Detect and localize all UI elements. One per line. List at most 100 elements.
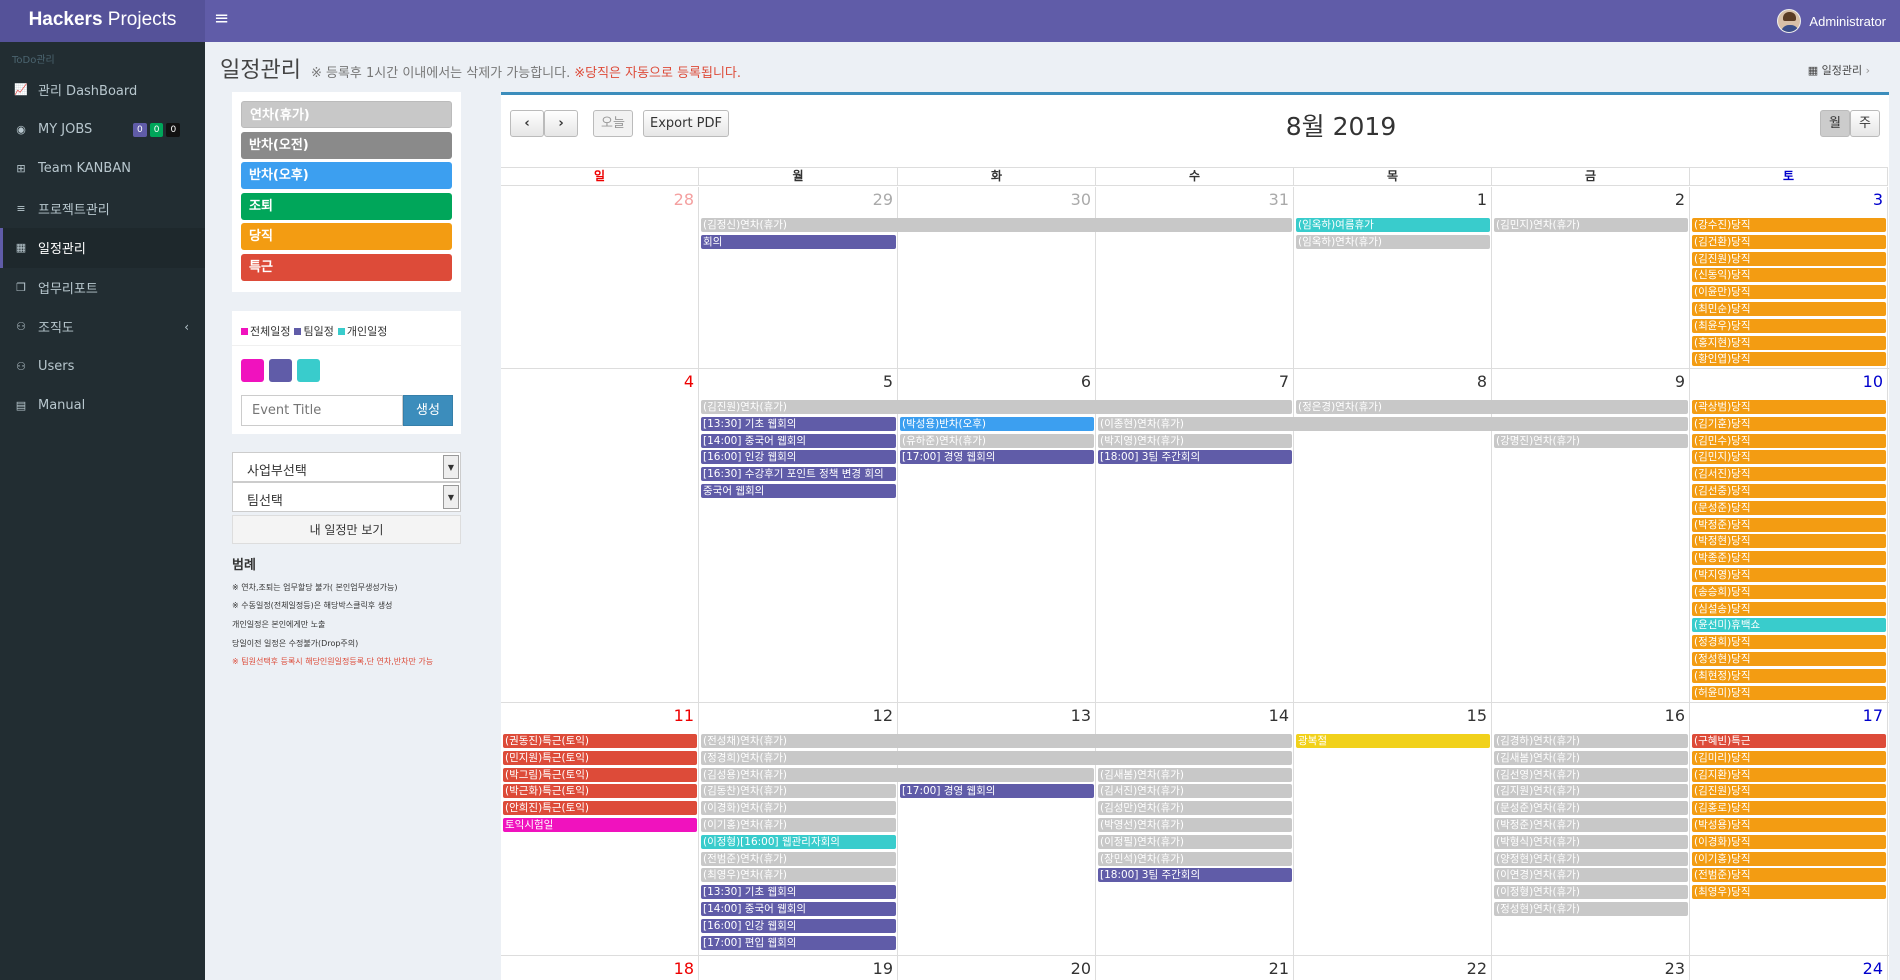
create-event-button[interactable]: 생성 (403, 395, 453, 426)
calendar-day-cell[interactable]: 22 (1294, 956, 1492, 980)
week-view-button[interactable]: 주 (1850, 110, 1880, 137)
event-type-button[interactable]: 연차(휴가) (241, 101, 452, 128)
calendar-event[interactable]: (김성용)연차(휴가) (701, 767, 1094, 782)
event-type-button[interactable]: 반차(오후) (241, 162, 452, 189)
calendar-event[interactable]: (박정준)연차(휴가) (1494, 818, 1688, 832)
calendar-event[interactable]: (곽상범)당직 (1692, 400, 1886, 414)
calendar-event[interactable]: (양정현)연차(휴가) (1494, 851, 1688, 866)
calendar-event[interactable]: (이정형)[16:00] 웹관리자회의 (701, 834, 896, 849)
calendar-event[interactable]: (장민석)연차(휴가) (1098, 851, 1292, 866)
calendar-event[interactable]: (전범준)연차(휴가) (701, 851, 896, 866)
calendar-event[interactable]: 중국어 웹회의 (701, 484, 896, 498)
calendar-event[interactable]: (박정현)당직 (1692, 534, 1886, 549)
calendar-event[interactable]: (권동진)특근(토익) (503, 734, 697, 748)
color-swatch[interactable] (241, 359, 264, 382)
calendar-event[interactable]: (김새봄)연차(휴가) (1494, 750, 1688, 765)
calendar-event[interactable]: [17:00] 경영 웹회의 (900, 450, 1094, 465)
calendar-event[interactable]: [17:00] 경영 웹회의 (900, 784, 1094, 799)
calendar-event[interactable]: (이경화)당직 (1692, 834, 1886, 849)
calendar-event[interactable]: (임옥하)여름휴가 (1296, 218, 1490, 232)
sidebar-item-myjobs[interactable]: ◉ MY JOBS 0 0 0 (0, 110, 205, 150)
calendar-event[interactable]: (박정준)당직 (1692, 517, 1886, 532)
calendar-day-cell[interactable]: 30 (898, 187, 1096, 368)
calendar-event[interactable]: (김민지)당직 (1692, 450, 1886, 465)
calendar-event[interactable]: (박근화)특근(토익) (503, 784, 697, 799)
calendar-event[interactable]: [18:00] 3팀 주간회의 (1098, 450, 1292, 465)
calendar-day-cell[interactable]: 29 (699, 187, 898, 368)
calendar-event[interactable]: (이윤만)당직 (1692, 285, 1886, 300)
calendar-event[interactable]: (전성채)연차(휴가) (701, 734, 1292, 748)
calendar-event[interactable]: (황인엽)당직 (1692, 352, 1886, 367)
calendar-day-cell[interactable]: 4 (501, 369, 699, 702)
calendar-event[interactable]: (최현정)당직 (1692, 668, 1886, 683)
calendar-event[interactable]: (김경하)연차(휴가) (1494, 734, 1688, 748)
calendar-event[interactable]: (이종현)연차(휴가) (1098, 416, 1688, 431)
calendar-day-cell[interactable]: 23 (1492, 956, 1690, 980)
calendar-event[interactable]: [16:30] 수강후기 포인트 정책 변경 회의 (701, 467, 896, 482)
calendar-event[interactable]: (신동익)당직 (1692, 268, 1886, 283)
calendar-day-cell[interactable]: 21 (1096, 956, 1294, 980)
calendar-event[interactable]: 토익시험일 (503, 818, 697, 832)
calendar-event[interactable]: [16:00] 인강 웹회의 (701, 918, 896, 933)
calendar-event[interactable]: (김진원)연차(휴가) (701, 400, 1292, 414)
calendar-event[interactable]: (문성준)연차(휴가) (1494, 801, 1688, 816)
business-select[interactable]: 사업부선택 ▼ (232, 452, 461, 482)
calendar-day-cell[interactable]: 1 (1294, 187, 1492, 368)
calendar-event[interactable]: (홍지현)당직 (1692, 335, 1886, 350)
calendar-event[interactable]: (정은경)연차(휴가) (1296, 400, 1688, 414)
prev-month-button[interactable]: ‹ (510, 110, 544, 137)
today-button[interactable]: 오늘 (593, 110, 633, 137)
sidebar-item-projects[interactable]: ≡ 프로젝트관리 (0, 189, 205, 229)
calendar-event[interactable]: (김동찬)연차(휴가) (701, 784, 896, 799)
calendar-event[interactable]: (박영선)연차(휴가) (1098, 818, 1292, 832)
calendar-event[interactable]: (박지영)당직 (1692, 568, 1886, 582)
calendar-event[interactable]: (최영우)연차(휴가) (701, 868, 896, 883)
calendar-event[interactable]: (임옥하)연차(휴가) (1296, 234, 1490, 249)
my-schedule-button[interactable]: 내 일정만 보기 (232, 515, 461, 544)
brand-logo[interactable]: Hackers Projects (0, 0, 205, 42)
calendar-event[interactable]: (김성만)연차(휴가) (1098, 801, 1292, 816)
calendar-event[interactable]: (정성현)당직 (1692, 652, 1886, 666)
calendar-event[interactable]: (박성용)반차(오후) (900, 416, 1094, 431)
calendar-event[interactable]: [16:00] 인강 웹회의 (701, 450, 896, 465)
color-swatch[interactable] (269, 359, 292, 382)
calendar-event[interactable]: (김선영)연차(휴가) (1494, 767, 1688, 782)
calendar-day-cell[interactable]: 18 (501, 956, 699, 980)
calendar-event[interactable]: (송승희)당직 (1692, 584, 1886, 599)
calendar-event[interactable]: (유하준)연차(휴가) (900, 433, 1094, 448)
calendar-event[interactable]: (민지원)특근(토익) (503, 750, 697, 765)
calendar-day-cell[interactable]: 24 (1690, 956, 1888, 980)
calendar-event[interactable]: (김홍로)당직 (1692, 801, 1886, 816)
calendar-event[interactable]: (김건환)당직 (1692, 234, 1886, 249)
sidebar-item-manual[interactable]: ▤ Manual (0, 386, 205, 426)
next-month-button[interactable]: › (544, 110, 578, 137)
calendar-day-cell[interactable]: 19 (699, 956, 898, 980)
calendar-event[interactable]: (박형식)연차(휴가) (1494, 834, 1688, 849)
calendar-event[interactable]: (이경화)연차(휴가) (701, 801, 896, 816)
calendar-event[interactable]: (이연경)연차(휴가) (1494, 868, 1688, 883)
calendar-event[interactable]: (김진원)당직 (1692, 251, 1886, 266)
calendar-event[interactable]: (김진원)당직 (1692, 784, 1886, 799)
sidebar-item-org[interactable]: ⚇ 조직도 ‹ (0, 307, 205, 347)
sidebar-item-kanban[interactable]: ⊞ Team KANBAN (0, 149, 205, 189)
calendar-event[interactable]: (정경희)당직 (1692, 635, 1886, 650)
calendar-event[interactable]: (허윤미)당직 (1692, 685, 1886, 700)
sidebar-item-dashboard[interactable]: 📈 관리 DashBoard (0, 70, 205, 110)
calendar-event[interactable]: (김선중)당직 (1692, 484, 1886, 498)
calendar-event[interactable]: [13:30] 기초 웹회의 (701, 885, 896, 900)
calendar-event[interactable]: (김미리)당직 (1692, 750, 1886, 765)
calendar-event[interactable]: (정경희)연차(휴가) (701, 750, 1292, 765)
calendar-event[interactable]: (김정신)연차(휴가) (701, 218, 1292, 232)
calendar-day-cell[interactable]: 28 (501, 187, 699, 368)
calendar-event[interactable]: [17:00] 편입 웹회의 (701, 935, 896, 950)
calendar-event[interactable]: (박종준)당직 (1692, 551, 1886, 566)
calendar-event[interactable]: (박성용)당직 (1692, 818, 1886, 832)
calendar-event[interactable]: (김지환)당직 (1692, 767, 1886, 782)
calendar-event[interactable]: (심설송)당직 (1692, 601, 1886, 616)
calendar-event[interactable]: (구혜빈)특근 (1692, 734, 1886, 748)
calendar-event[interactable]: [14:00] 중국어 웹회의 (701, 433, 896, 448)
calendar-event[interactable]: [13:30] 기초 웹회의 (701, 416, 896, 431)
calendar-event[interactable]: (전범준)당직 (1692, 868, 1886, 883)
event-type-button[interactable]: 당직 (241, 223, 452, 250)
calendar-event[interactable]: (강수진)당직 (1692, 218, 1886, 232)
